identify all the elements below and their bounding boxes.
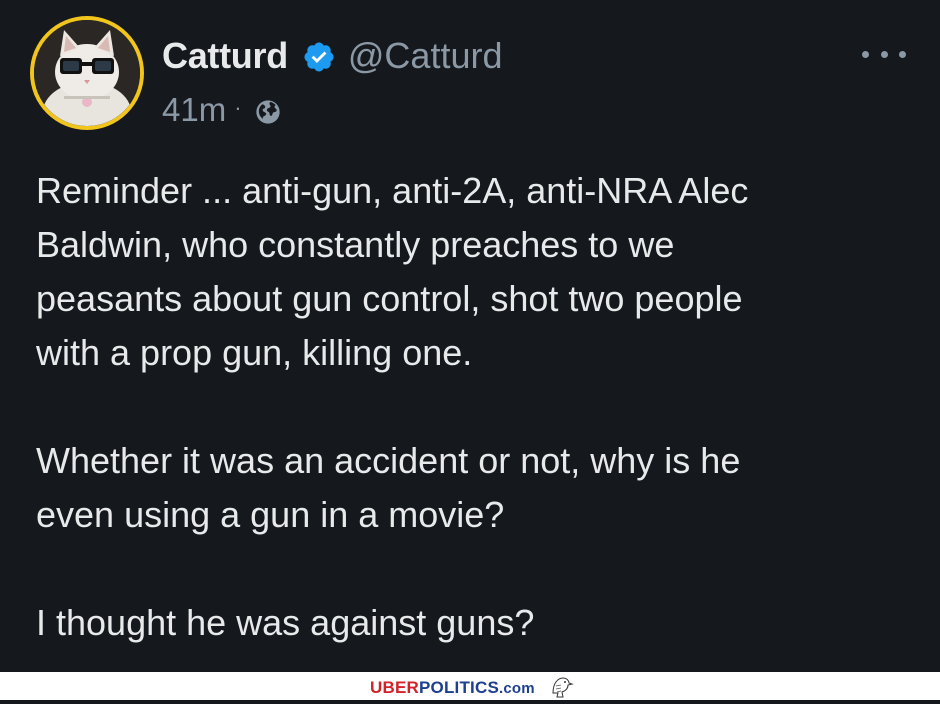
verified-badge-icon xyxy=(302,40,336,74)
tweet-paragraph: Whether it was an accident or not, why i… xyxy=(36,440,741,535)
tweet-card: Catturd @Catturd 41m · Reminder ... anti… xyxy=(0,0,940,672)
timestamp[interactable]: 41m xyxy=(162,91,226,129)
watermark-part3: .com xyxy=(498,679,535,697)
meta-separator: · xyxy=(234,95,242,120)
tweet-meta: 41m · xyxy=(162,90,282,130)
avatar-image xyxy=(34,20,140,126)
tweet-header: Catturd @Catturd xyxy=(162,33,503,79)
watermark: UBER POLITICS .com xyxy=(370,678,535,698)
more-dot xyxy=(880,50,888,58)
more-dot xyxy=(862,50,869,58)
eagle-icon xyxy=(548,673,574,704)
display-name[interactable]: Catturd xyxy=(162,35,288,77)
globe-icon xyxy=(254,96,282,124)
avatar[interactable] xyxy=(30,16,144,130)
more-options-button[interactable] xyxy=(862,44,906,64)
tweet-text: Reminder ... anti-gun, anti-2A, anti-NRA… xyxy=(36,164,916,650)
user-handle[interactable]: @Catturd xyxy=(348,35,503,77)
more-dot xyxy=(899,50,906,58)
tweet-paragraph: I thought he was against guns? xyxy=(36,602,535,643)
watermark-part2: POLITICS xyxy=(418,678,499,697)
tweet-paragraph: Reminder ... anti-gun, anti-2A, anti-NRA… xyxy=(36,170,749,373)
watermark-part1: UBER xyxy=(370,678,419,697)
